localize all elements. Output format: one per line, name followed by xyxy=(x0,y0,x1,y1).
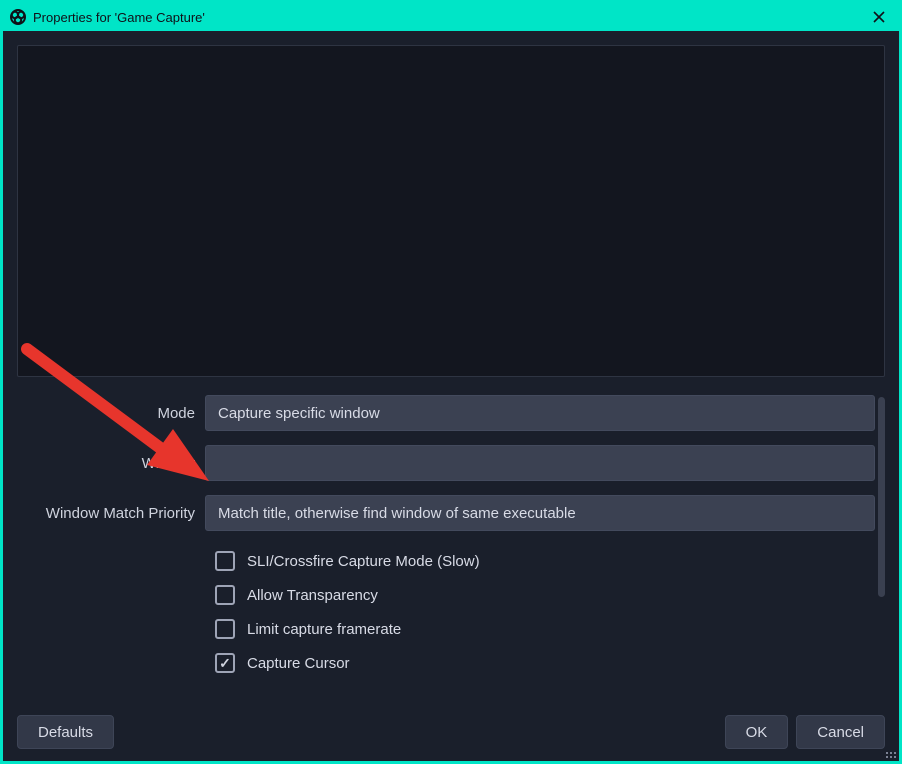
ok-button[interactable]: OK xyxy=(725,715,789,749)
transparency-label: Allow Transparency xyxy=(247,587,378,604)
mode-label: Mode xyxy=(17,405,205,422)
match-priority-label: Window Match Priority xyxy=(17,505,205,522)
titlebar: Properties for 'Game Capture' xyxy=(3,3,899,31)
transparency-checkbox[interactable] xyxy=(215,585,235,605)
close-button[interactable] xyxy=(865,3,893,31)
row-cursor: Capture Cursor xyxy=(215,653,875,673)
row-limit: Limit capture framerate xyxy=(215,619,875,639)
row-window: Window xyxy=(17,445,875,481)
window-label: Window xyxy=(17,455,205,472)
capture-cursor-checkbox[interactable] xyxy=(215,653,235,673)
defaults-button[interactable]: Defaults xyxy=(17,715,114,749)
sli-label: SLI/Crossfire Capture Mode (Slow) xyxy=(247,553,480,570)
row-sli: SLI/Crossfire Capture Mode (Slow) xyxy=(215,551,875,571)
capture-cursor-label: Capture Cursor xyxy=(247,655,350,672)
match-priority-value: Match title, otherwise find window of sa… xyxy=(218,505,576,522)
cancel-button[interactable]: Cancel xyxy=(796,715,885,749)
row-mode: Mode Capture specific window xyxy=(17,395,875,431)
dialog-frame: Properties for 'Game Capture' Mode Captu… xyxy=(0,0,902,764)
limit-framerate-checkbox[interactable] xyxy=(215,619,235,639)
mode-select[interactable]: Capture specific window xyxy=(205,395,875,431)
app-icon xyxy=(9,8,27,26)
resize-grip[interactable] xyxy=(883,745,897,759)
mode-value: Capture specific window xyxy=(218,405,380,422)
window-title: Properties for 'Game Capture' xyxy=(33,10,205,25)
row-match-priority: Window Match Priority Match title, other… xyxy=(17,495,875,531)
preview-area xyxy=(17,45,885,377)
window-select[interactable] xyxy=(205,445,875,481)
form-panel: Mode Capture specific window Window Wind… xyxy=(17,395,885,687)
sli-checkbox[interactable] xyxy=(215,551,235,571)
form-scrollbar[interactable] xyxy=(878,397,885,597)
match-priority-select[interactable]: Match title, otherwise find window of sa… xyxy=(205,495,875,531)
dialog-body: Mode Capture specific window Window Wind… xyxy=(3,31,899,761)
limit-framerate-label: Limit capture framerate xyxy=(247,621,401,638)
button-bar: Defaults OK Cancel xyxy=(17,715,885,749)
row-transparency: Allow Transparency xyxy=(215,585,875,605)
